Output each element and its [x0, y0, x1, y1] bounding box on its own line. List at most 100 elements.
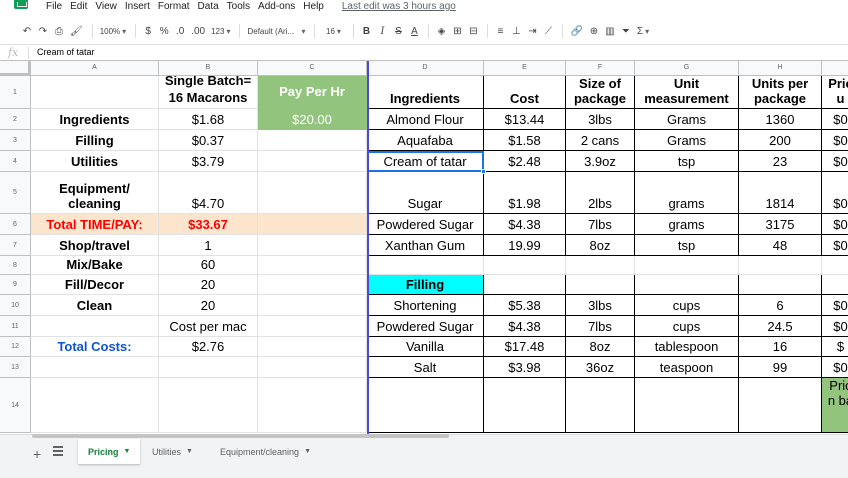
zoom-select[interactable]: 100% ▾: [98, 21, 128, 41]
cell-i9[interactable]: [822, 275, 848, 295]
text-wrapping-icon[interactable]: ⇥: [525, 21, 539, 41]
cell-b4[interactable]: $3.79: [159, 151, 258, 172]
cell-g1[interactable]: Unit measurement: [635, 76, 739, 109]
cell-f1[interactable]: Size of package: [566, 76, 635, 109]
cell-d7[interactable]: Xanthan Gum: [367, 235, 484, 256]
row-header[interactable]: 10: [0, 295, 31, 316]
cell-g10[interactable]: cups: [635, 295, 739, 316]
cell-h5[interactable]: 1814: [739, 172, 822, 214]
cell-h4[interactable]: 23: [739, 151, 822, 172]
cell-g13[interactable]: teaspoon: [635, 357, 739, 378]
cell-g11[interactable]: cups: [635, 316, 739, 337]
row-header[interactable]: 9: [0, 275, 31, 295]
cell-h6[interactable]: 3175: [739, 214, 822, 235]
cell-g14[interactable]: [635, 378, 739, 433]
horizontal-scrollbar[interactable]: [32, 434, 449, 438]
cell-h8[interactable]: [739, 256, 822, 275]
redo-icon[interactable]: ↷: [36, 21, 50, 41]
horizontal-align-icon[interactable]: ≡: [493, 21, 507, 41]
cell-e11[interactable]: $4.38: [484, 316, 566, 337]
cell-d14[interactable]: [367, 378, 484, 433]
last-edit-link[interactable]: Last edit was 3 hours ago: [342, 1, 456, 12]
font-select[interactable]: Default (Ari... ▾: [245, 21, 307, 41]
cell-a11[interactable]: [31, 316, 159, 337]
cell-g7[interactable]: tsp: [635, 235, 739, 256]
row-header[interactable]: 13: [0, 357, 31, 378]
cell-e6[interactable]: $4.38: [484, 214, 566, 235]
cell-h2[interactable]: 1360: [739, 109, 822, 130]
fill-handle[interactable]: [481, 169, 486, 174]
cell-a8[interactable]: Mix/Bake: [31, 256, 159, 275]
cell-a13[interactable]: [31, 357, 159, 378]
cell-h9[interactable]: [739, 275, 822, 295]
cell-a7[interactable]: Shop/travel: [31, 235, 159, 256]
cell-d5[interactable]: Sugar: [367, 172, 484, 214]
insert-chart-icon[interactable]: ▥: [603, 21, 617, 41]
row-header[interactable]: 4: [0, 151, 31, 172]
increase-decimal-button[interactable]: .00: [189, 21, 207, 41]
menu-edit[interactable]: Edit: [70, 1, 87, 12]
column-header[interactable]: F: [566, 61, 635, 76]
row-header[interactable]: 8: [0, 256, 31, 275]
row-header[interactable]: 14: [0, 378, 31, 433]
row-header[interactable]: 12: [0, 337, 31, 357]
cell-d8[interactable]: [367, 256, 484, 275]
column-header[interactable]: G: [635, 61, 739, 76]
cell-e1[interactable]: Cost: [484, 76, 566, 109]
cell-b14[interactable]: [159, 378, 258, 433]
cell-h13[interactable]: 99: [739, 357, 822, 378]
cell-c13[interactable]: [258, 357, 367, 378]
cell-c11[interactable]: [258, 316, 367, 337]
column-header[interactable]: D: [367, 61, 484, 76]
cell-i1[interactable]: Pric u: [822, 76, 848, 109]
vertical-align-icon[interactable]: ⊥: [509, 21, 523, 41]
cell-i10[interactable]: $0: [822, 295, 848, 316]
cell-b9[interactable]: 20: [159, 275, 258, 295]
cell-b7[interactable]: 1: [159, 235, 258, 256]
cell-i7[interactable]: $0: [822, 235, 848, 256]
bold-button[interactable]: B: [359, 21, 373, 41]
cell-i13[interactable]: $0: [822, 357, 848, 378]
cell-g5[interactable]: grams: [635, 172, 739, 214]
cell-c10[interactable]: [258, 295, 367, 316]
row-header[interactable]: 3: [0, 130, 31, 151]
cell-g2[interactable]: Grams: [635, 109, 739, 130]
menu-addons[interactable]: Add-ons: [258, 1, 295, 12]
cell-e7[interactable]: 19.99: [484, 235, 566, 256]
cell-f6[interactable]: 7lbs: [566, 214, 635, 235]
menu-insert[interactable]: Insert: [125, 1, 150, 12]
text-color-button[interactable]: A: [407, 21, 421, 41]
undo-icon[interactable]: ↶: [20, 21, 34, 41]
cell-f14[interactable]: [566, 378, 635, 433]
cell-h3[interactable]: 200: [739, 130, 822, 151]
cell-b13[interactable]: [159, 357, 258, 378]
cell-e13[interactable]: $3.98: [484, 357, 566, 378]
cell-f2[interactable]: 3lbs: [566, 109, 635, 130]
fill-color-icon[interactable]: ◈: [434, 21, 448, 41]
row-header[interactable]: 1: [0, 76, 31, 109]
cell-d6[interactable]: Powdered Sugar: [367, 214, 484, 235]
cell-d4[interactable]: Cream of tatar: [367, 151, 484, 172]
cell-a9[interactable]: Fill/Decor: [31, 275, 159, 295]
row-header[interactable]: 6: [0, 214, 31, 235]
cell-a14[interactable]: [31, 378, 159, 433]
cell-e2[interactable]: $13.44: [484, 109, 566, 130]
cell-b2[interactable]: $1.68: [159, 109, 258, 130]
tab-utilities[interactable]: Utilities ▼: [142, 439, 203, 464]
column-header[interactable]: E: [484, 61, 566, 76]
cell-b10[interactable]: 20: [159, 295, 258, 316]
cell-e10[interactable]: $5.38: [484, 295, 566, 316]
all-sheets-icon[interactable]: [53, 446, 63, 456]
cell-d1[interactable]: Ingredients: [367, 76, 484, 109]
insert-link-icon[interactable]: 🔗: [568, 21, 584, 41]
cell-f12[interactable]: 8oz: [566, 337, 635, 357]
cell-c14[interactable]: [258, 378, 367, 433]
sheets-logo-icon[interactable]: [14, 0, 28, 9]
cell-f5[interactable]: 2lbs: [566, 172, 635, 214]
cell-i12[interactable]: $: [822, 337, 848, 357]
cell-c9[interactable]: [258, 275, 367, 295]
cell-h14[interactable]: [739, 378, 822, 433]
borders-icon[interactable]: ⊞: [450, 21, 464, 41]
column-header[interactable]: H: [739, 61, 822, 76]
cell-g6[interactable]: grams: [635, 214, 739, 235]
